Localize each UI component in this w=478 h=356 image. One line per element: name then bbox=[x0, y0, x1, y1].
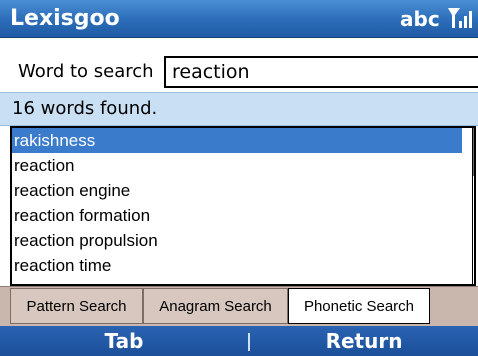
result-count: 16 words found. bbox=[12, 98, 158, 119]
list-item[interactable]: reaction engine bbox=[12, 178, 462, 203]
list-item[interactable]: reaction bbox=[12, 153, 462, 178]
list-item[interactable]: reaction formation bbox=[12, 203, 462, 228]
signal-strength-icon bbox=[446, 6, 474, 32]
list-item[interactable]: reaction turbine bbox=[12, 278, 462, 284]
list-item[interactable]: reaction time bbox=[12, 253, 462, 278]
tab-anagram-search[interactable]: Anagram Search bbox=[143, 288, 288, 324]
return-softkey[interactable]: Return bbox=[250, 326, 478, 356]
search-label: Word to search bbox=[18, 61, 154, 82]
tab-softkey[interactable]: Tab bbox=[0, 326, 248, 356]
search-input[interactable] bbox=[164, 56, 478, 88]
list-scrollbar[interactable] bbox=[472, 128, 474, 284]
scrollbar-thumb[interactable] bbox=[473, 128, 474, 176]
app-title: Lexisgoo bbox=[10, 6, 120, 31]
list-item[interactable]: rakishness bbox=[12, 128, 462, 153]
list-item[interactable]: reaction propulsion bbox=[12, 228, 462, 253]
tab-pattern-search[interactable]: Pattern Search bbox=[10, 288, 143, 324]
word-list[interactable]: rakishness reaction reaction engine reac… bbox=[10, 126, 476, 286]
input-mode-indicator: abc bbox=[400, 7, 440, 31]
tab-phonetic-search[interactable]: Phonetic Search bbox=[288, 288, 430, 324]
